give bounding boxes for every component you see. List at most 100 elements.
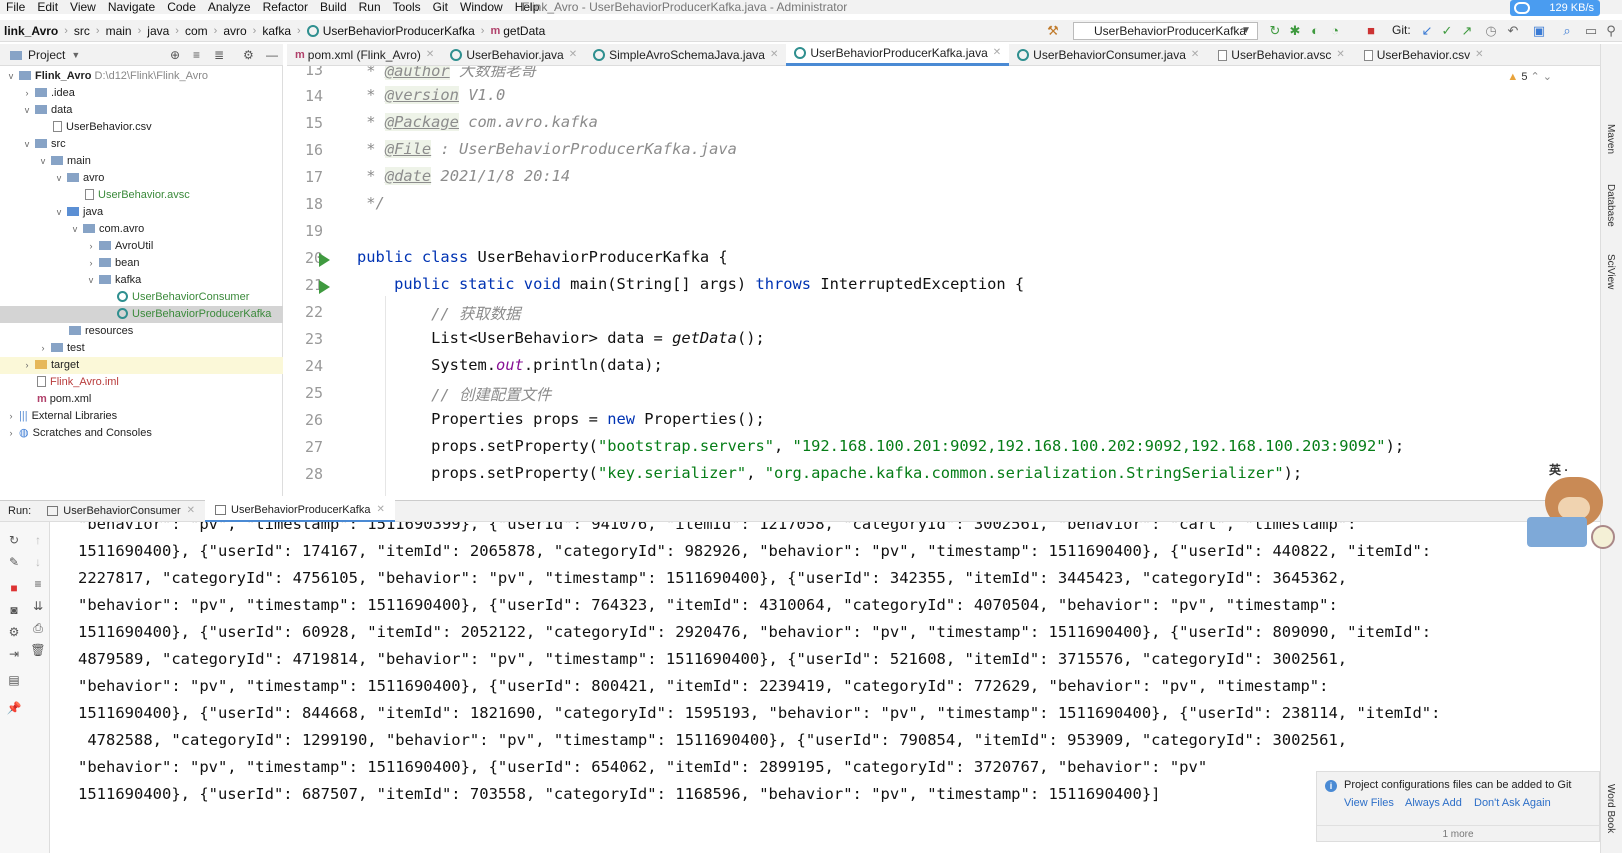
search-icon[interactable]: ⚲ [1604,24,1618,38]
breadcrumb-src[interactable]: src [70,24,94,38]
rollback-icon[interactable]: ↶ [1506,24,1520,38]
trash-icon[interactable]: 🗑 [30,642,46,658]
search-everywhere-icon[interactable]: ⌕ [1560,24,1574,38]
chevron-right-icon[interactable]: › [6,425,16,442]
view-files-link[interactable]: View Files [1344,797,1394,809]
tab-consumer[interactable]: UserBehaviorConsumer.java ✕ [1009,45,1207,65]
tree-item-java[interactable]: v java [0,204,283,221]
chevron-right-icon[interactable]: › [86,238,96,255]
tree-item-data[interactable]: v data [0,102,283,119]
tree-item-avroutil[interactable]: › AvroUtil [0,238,283,255]
arrow-up-icon[interactable]: ↑ [30,532,46,548]
chevron-down-icon[interactable]: v [22,136,32,153]
chevron-right-icon[interactable]: › [6,408,16,425]
tab-pom-xml[interactable]: m pom.xml (Flink_Avro) ✕ [287,45,442,65]
arrow-down-icon[interactable]: ↓ [30,554,46,570]
dump-threads-icon[interactable]: ⚙ [6,624,22,640]
print-icon[interactable]: ⎙ [30,620,46,636]
chevron-down-icon[interactable]: ▼ [71,50,80,60]
breadcrumb-kafka[interactable]: kafka [258,24,295,38]
close-icon[interactable]: ✕ [1475,45,1483,65]
chevron-down-icon[interactable]: v [54,204,64,221]
maven-tool-tab[interactable]: Maven [1605,124,1616,154]
chevron-right-icon[interactable]: › [86,255,96,272]
breadcrumb-avro[interactable]: avro [219,24,250,38]
chevron-right-icon[interactable]: › [22,85,32,102]
run-tab-producer[interactable]: UserBehaviorProducerKafka ✕ [205,499,395,523]
menu-file[interactable]: File [0,0,31,14]
close-icon[interactable]: ✕ [993,43,1001,63]
database-tool-tab[interactable]: Database [1605,184,1616,227]
tree-item-pom[interactable]: m pom.xml [0,391,283,408]
tab-userbehavior-java[interactable]: UserBehavior.java ✕ [442,45,585,65]
close-icon[interactable]: ✕ [1336,45,1344,65]
tree-item-iml[interactable]: Flink_Avro.iml [0,374,283,391]
run-gutter-icon[interactable] [319,280,330,294]
tab-csv[interactable]: UserBehavior.csv ✕ [1353,45,1492,65]
coverage-icon[interactable]: ◐ [1308,24,1322,38]
settings-window-icon[interactable]: ▭ [1584,24,1598,38]
menu-analyze[interactable]: Analyze [202,0,257,14]
close-icon[interactable]: ✕ [770,45,778,65]
chevron-down-icon[interactable]: v [70,221,80,238]
sciview-tool-tab[interactable]: SciView [1605,254,1616,289]
tree-item-avsc[interactable]: UserBehavior.avsc [0,187,283,204]
scroll-to-end-icon[interactable]: ⇊ [30,598,46,614]
chevron-down-icon[interactable]: v [54,170,64,187]
tree-item-consumer[interactable]: UserBehaviorConsumer [0,289,283,306]
chevron-down-icon[interactable]: v [6,68,16,85]
warnings-indicator[interactable]: ▲ 5 ⌃ ⌄ [1507,70,1552,83]
run-config-dropdown[interactable]: UserBehaviorProducerKafka ▼ [1073,22,1258,40]
locate-target-icon[interactable]: ⊕ [170,48,180,62]
project-panel-title[interactable]: Project [28,48,65,62]
git-commit-icon[interactable]: ✓ [1440,24,1454,38]
debug-bug-icon[interactable]: ✱ [1288,24,1302,38]
chevron-right-icon[interactable]: › [22,357,32,374]
tab-simpleavroschema[interactable]: SimpleAvroSchemaJava.java ✕ [585,45,786,65]
tree-item-idea[interactable]: › .idea [0,85,283,102]
expand-all-icon[interactable]: ≡ [193,48,200,62]
wordbook-tool-tab[interactable]: Word Book [1605,784,1616,833]
close-icon[interactable]: ✕ [376,500,384,520]
breadcrumb-com[interactable]: com [181,24,212,38]
chevron-down-icon[interactable]: v [22,102,32,119]
tree-item-root[interactable]: v Flink_Avro D:\d12\Flink\Flink_Avro [0,68,283,85]
run-tab-consumer[interactable]: UserBehaviorConsumer ✕ [37,501,205,521]
more-notifications-link[interactable]: 1 more [1317,825,1599,840]
tree-item-target[interactable]: › target [0,357,283,374]
network-speed-badge[interactable]: 129 KB/s [1510,0,1600,16]
code-editor[interactable]: 13 14 15 16 17 18 19 20 21 22 23 24 25 2… [287,66,1587,496]
tree-item-src[interactable]: v src [0,136,283,153]
stop-icon[interactable]: ■ [6,580,22,596]
always-add-link[interactable]: Always Add [1405,797,1462,809]
tree-item-external-libraries[interactable]: › ||| External Libraries [0,408,283,425]
bear-mascot-widget[interactable]: 英 · [1525,457,1617,557]
tab-avsc[interactable]: UserBehavior.avsc ✕ [1207,45,1352,65]
hammer-build-icon[interactable]: ⚒ [1046,24,1060,38]
close-icon[interactable]: ✕ [187,501,195,521]
run-gutter-icon[interactable] [319,253,330,267]
soft-wrap-icon[interactable]: ≡ [30,576,46,592]
pin-icon[interactable]: 📌 [6,700,22,716]
chevron-up-icon[interactable]: ⌃ [1531,71,1540,83]
menu-navigate[interactable]: Navigate [102,0,161,14]
breadcrumb-method[interactable]: m getData [486,24,549,38]
breadcrumb-class[interactable]: UserBehaviorProducerKafka [303,24,479,38]
tree-item-scratches[interactable]: › ◍ Scratches and Consoles [0,425,283,442]
tree-item-producer[interactable]: UserBehaviorProducerKafka [0,306,283,323]
breadcrumb-main[interactable]: main [102,24,136,38]
menu-run[interactable]: Run [353,0,387,14]
menu-view[interactable]: View [64,0,102,14]
collapse-all-icon[interactable]: ≣ [214,48,224,62]
tree-item-main[interactable]: v main [0,153,283,170]
menu-tools[interactable]: Tools [387,0,427,14]
dont-ask-again-link[interactable]: Don't Ask Again [1474,797,1551,809]
wrench-icon[interactable]: ✎ [6,554,22,570]
tree-item-bean[interactable]: › bean [0,255,283,272]
menu-code[interactable]: Code [161,0,202,14]
tab-producer-kafka[interactable]: UserBehaviorProducerKafka.java ✕ [786,43,1010,66]
menu-git[interactable]: Git [427,0,454,14]
stop-icon[interactable]: ■ [1364,24,1378,38]
tree-item-csv[interactable]: UserBehavior.csv [0,119,283,136]
git-update-icon[interactable]: ↙ [1420,24,1434,38]
